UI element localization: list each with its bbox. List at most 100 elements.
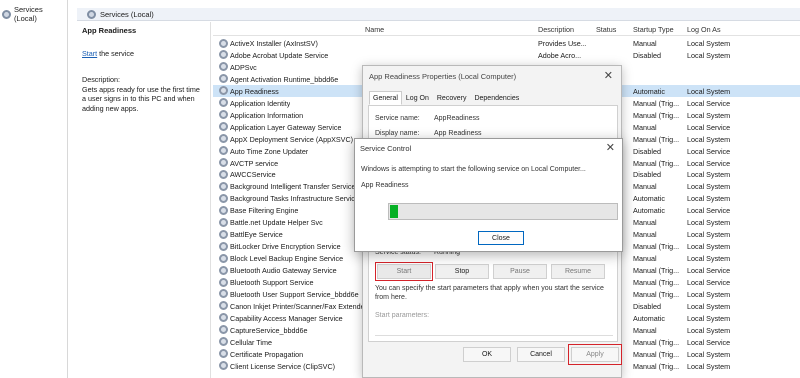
start-parameters-input[interactable] xyxy=(375,324,613,336)
service-name-cell: App Readiness xyxy=(230,86,279,96)
tree-item-label: Services (Local) xyxy=(13,5,43,23)
service-startup-cell: Automatic xyxy=(633,206,665,216)
gear-icon xyxy=(219,229,228,239)
service-name-cell: BattlEye Service xyxy=(230,230,283,240)
tab-dependencies[interactable]: Dependencies xyxy=(470,91,523,105)
service-logon-cell: Local System xyxy=(687,194,731,204)
service-logon-cell: Local System xyxy=(687,254,731,264)
tab-recovery[interactable]: Recovery xyxy=(433,91,471,105)
close-icon[interactable]: ✕ xyxy=(604,69,613,82)
close-button[interactable]: Close xyxy=(478,231,524,245)
properties-dialog-title: App Readiness Properties (Local Computer… xyxy=(369,72,517,81)
service-control-title: Service Control xyxy=(360,144,412,153)
service-logon-cell: Local System xyxy=(687,39,731,48)
service-logon-cell: Local System xyxy=(687,242,731,252)
column-header-name[interactable]: Name xyxy=(365,25,384,34)
service-logon-cell: Local System xyxy=(687,289,731,299)
service-name-cell: Bluetooth User Support Service_bbdd6e xyxy=(230,289,359,299)
service-logon-cell: Local System xyxy=(687,134,731,144)
services-window: Services (Local) Services (Local) App Re… xyxy=(0,0,800,378)
service-name-cell: CaptureService_bbdd6e xyxy=(230,325,308,335)
gear-icon xyxy=(2,9,11,19)
pane-title: Services (Local) xyxy=(100,9,154,19)
start-service-link[interactable]: Start xyxy=(82,49,97,58)
column-header-startup-type[interactable]: Startup Type xyxy=(633,25,674,34)
service-name-cell: ActiveX Installer (AxInstSV) xyxy=(230,39,318,48)
service-logon-cell: Local System xyxy=(687,361,731,371)
start-button[interactable]: Start xyxy=(375,262,433,281)
service-startup-cell: Automatic xyxy=(633,86,665,96)
service-startup-cell: Manual (Trig... xyxy=(633,134,680,144)
service-logon-cell: Local System xyxy=(687,325,731,335)
gear-icon xyxy=(219,158,228,167)
service-logon-cell: Local System xyxy=(687,301,731,311)
service-logon-cell: Local Service xyxy=(687,266,731,276)
gear-icon xyxy=(219,74,228,84)
gear-icon xyxy=(219,193,228,203)
service-name-cell: Client License Service (ClipSVC) xyxy=(230,361,336,371)
column-header-status[interactable]: Status xyxy=(596,25,616,34)
service-startup-cell: Manual xyxy=(633,218,657,228)
service-control-service-name: App Readiness xyxy=(361,182,409,189)
selected-service-title: App Readiness xyxy=(82,26,137,35)
service-logon-cell: Local Service xyxy=(687,146,731,156)
gear-icon xyxy=(219,265,228,275)
service-startup-cell: Disabled xyxy=(633,301,661,311)
service-name-cell: Background Tasks Infrastructure Service xyxy=(230,194,359,204)
service-name-cell: Auto Time Zone Updater xyxy=(230,146,309,156)
service-name-cell: Canon Inkjet Printer/Scanner/Fax Extende… xyxy=(230,301,375,311)
service-startup-cell: Manual (Trig... xyxy=(633,98,680,108)
service-name-cell: Base Filtering Engine xyxy=(230,206,299,216)
table-row[interactable]: ActiveX Installer (AxInstSV) Provides Use… xyxy=(213,37,800,49)
service-name-cell: BitLocker Drive Encryption Service xyxy=(230,242,341,252)
service-name-cell: Application Layer Gateway Service xyxy=(230,122,342,132)
gear-icon xyxy=(87,9,96,19)
service-startup-cell: Manual xyxy=(633,254,657,264)
service-startup-cell: Manual xyxy=(633,230,657,240)
column-headers: Name Description Status Startup Type Log… xyxy=(213,22,800,36)
service-name-label: Service name: xyxy=(375,115,420,122)
gear-icon xyxy=(219,38,228,48)
apply-button[interactable]: Apply xyxy=(568,344,622,365)
resume-button[interactable]: Resume xyxy=(551,264,605,279)
tab-log-on[interactable]: Log On xyxy=(402,91,433,105)
service-name-cell: AVCTP service xyxy=(230,158,279,168)
service-logon-cell: Local System xyxy=(687,313,731,323)
service-startup-cell: Manual (Trig... xyxy=(633,158,680,168)
cancel-button[interactable]: Cancel xyxy=(517,347,565,362)
tree-item-services-local[interactable]: Services (Local) xyxy=(2,5,67,23)
gear-icon xyxy=(219,313,228,323)
service-name-cell: Bluetooth Audio Gateway Service xyxy=(230,266,337,276)
gear-icon xyxy=(219,122,228,132)
service-logon-cell: Local System xyxy=(687,50,731,60)
gear-icon xyxy=(219,289,228,299)
service-startup-cell: Manual xyxy=(633,325,657,335)
close-icon[interactable]: ✕ xyxy=(606,141,615,154)
console-tree: Services (Local) xyxy=(0,0,68,378)
service-logon-cell: Local Service xyxy=(687,206,731,216)
service-name-cell: ADPSvc xyxy=(230,62,257,72)
description-label: Description: xyxy=(82,75,120,84)
table-row[interactable]: Adobe Acrobat Update Service Adobe Acro..… xyxy=(213,49,800,61)
service-name-cell: Agent Activation Runtime_bbdd6e xyxy=(230,74,339,84)
stop-button[interactable]: Stop xyxy=(435,264,489,279)
service-description-cell: Provides Use... xyxy=(538,39,586,48)
gear-icon xyxy=(219,146,228,156)
column-header-logon-as[interactable]: Log On As xyxy=(687,25,721,34)
display-name-label: Display name: xyxy=(375,130,420,137)
service-startup-cell: Manual (Trig... xyxy=(633,349,680,359)
service-name-cell: Adobe Acrobat Update Service xyxy=(230,50,329,60)
pause-button[interactable]: Pause xyxy=(493,264,547,279)
gear-icon xyxy=(219,217,228,227)
description-text: Gets apps ready for use the first time a… xyxy=(82,84,200,113)
gear-icon xyxy=(219,98,228,108)
ok-button[interactable]: OK xyxy=(463,347,511,362)
gear-icon xyxy=(219,277,228,287)
service-name-cell: Application Identity xyxy=(230,98,291,108)
service-name-cell: Certificate Propagation xyxy=(230,349,304,359)
tab-general[interactable]: General xyxy=(369,91,402,105)
column-header-description[interactable]: Description xyxy=(538,25,574,34)
service-name-cell: Battle.net Update Helper Svc xyxy=(230,218,323,228)
service-startup-cell: Automatic xyxy=(633,313,665,323)
start-parameters-hint: You can specify the start parameters tha… xyxy=(375,285,604,301)
